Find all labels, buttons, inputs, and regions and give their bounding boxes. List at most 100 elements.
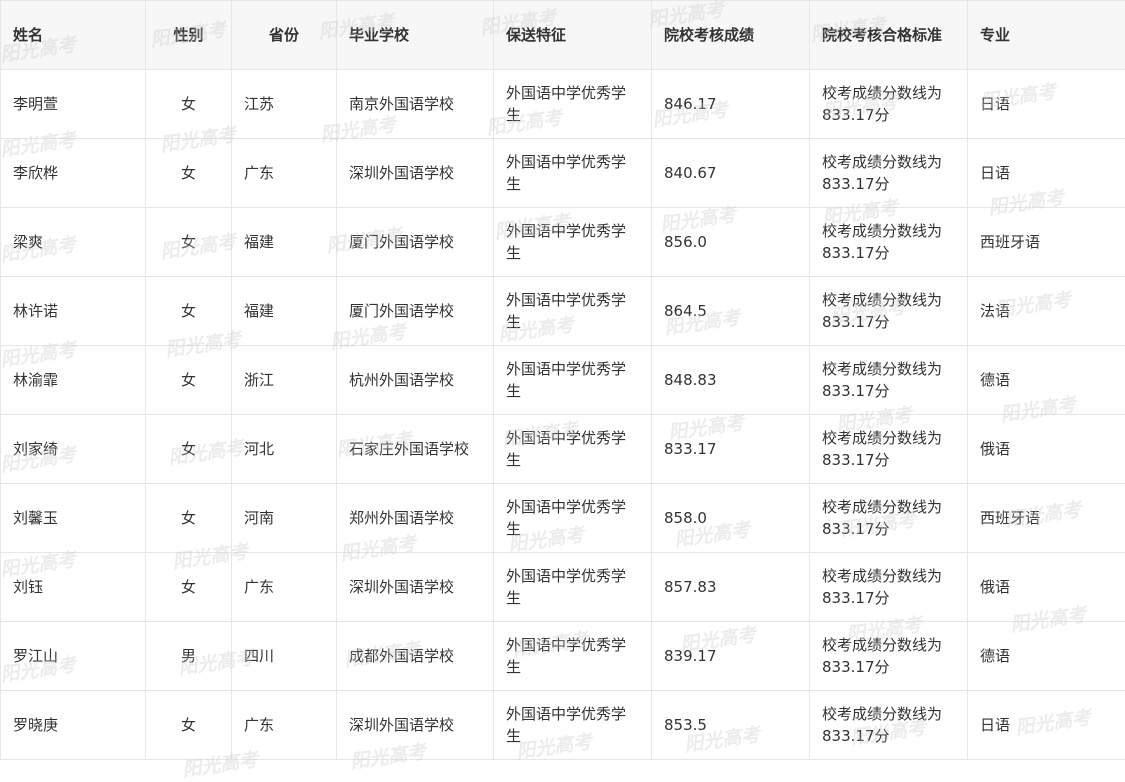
table-row: 刘钰女广东深圳外国语学校外国语中学优秀学生857.83校考成绩分数线为833.1… [1,553,1125,622]
cell-school: 深圳外国语学校 [337,139,494,208]
cell-score: 858.0 [652,484,810,553]
cell-score: 839.17 [652,622,810,691]
cell-major: 俄语 [968,415,1125,484]
admission-table: 姓名 性别 省份 毕业学校 保送特征 院校考核成绩 院校考核合格标准 专业 李明… [0,0,1125,760]
cell-gender: 男 [146,622,232,691]
cell-standard: 校考成绩分数线为833.17分 [810,484,968,553]
header-standard: 院校考核合格标准 [810,1,968,70]
cell-major: 日语 [968,139,1125,208]
cell-name: 刘家绮 [1,415,146,484]
cell-name: 林许诺 [1,277,146,346]
cell-gender: 女 [146,553,232,622]
cell-school: 厦门外国语学校 [337,277,494,346]
cell-name: 罗江山 [1,622,146,691]
cell-feature: 外国语中学优秀学生 [494,415,652,484]
cell-score: 853.5 [652,691,810,760]
header-province: 省份 [232,1,337,70]
cell-name: 刘钰 [1,553,146,622]
cell-score: 833.17 [652,415,810,484]
table-row: 刘家绮女河北石家庄外国语学校外国语中学优秀学生833.17校考成绩分数线为833… [1,415,1125,484]
cell-feature: 外国语中学优秀学生 [494,139,652,208]
cell-gender: 女 [146,415,232,484]
cell-major: 德语 [968,622,1125,691]
cell-standard: 校考成绩分数线为833.17分 [810,622,968,691]
table-row: 李欣桦女广东深圳外国语学校外国语中学优秀学生840.67校考成绩分数线为833.… [1,139,1125,208]
header-feature: 保送特征 [494,1,652,70]
cell-school: 郑州外国语学校 [337,484,494,553]
cell-province: 江苏 [232,70,337,139]
cell-name: 刘馨玉 [1,484,146,553]
table-row: 林渝霏女浙江杭州外国语学校外国语中学优秀学生848.83校考成绩分数线为833.… [1,346,1125,415]
cell-major: 西班牙语 [968,484,1125,553]
cell-name: 梁爽 [1,208,146,277]
cell-score: 846.17 [652,70,810,139]
cell-standard: 校考成绩分数线为833.17分 [810,415,968,484]
cell-major: 法语 [968,277,1125,346]
header-name: 姓名 [1,1,146,70]
cell-province: 广东 [232,139,337,208]
cell-major: 德语 [968,346,1125,415]
cell-major: 日语 [968,691,1125,760]
cell-feature: 外国语中学优秀学生 [494,208,652,277]
header-school: 毕业学校 [337,1,494,70]
cell-standard: 校考成绩分数线为833.17分 [810,208,968,277]
cell-feature: 外国语中学优秀学生 [494,622,652,691]
cell-province: 福建 [232,208,337,277]
cell-school: 杭州外国语学校 [337,346,494,415]
cell-province: 河南 [232,484,337,553]
cell-feature: 外国语中学优秀学生 [494,346,652,415]
cell-standard: 校考成绩分数线为833.17分 [810,139,968,208]
header-gender: 性别 [146,1,232,70]
cell-feature: 外国语中学优秀学生 [494,70,652,139]
table-header-row: 姓名 性别 省份 毕业学校 保送特征 院校考核成绩 院校考核合格标准 专业 [1,1,1125,70]
cell-gender: 女 [146,208,232,277]
table-row: 罗晓庚女广东深圳外国语学校外国语中学优秀学生853.5校考成绩分数线为833.1… [1,691,1125,760]
cell-score: 848.83 [652,346,810,415]
cell-standard: 校考成绩分数线为833.17分 [810,277,968,346]
cell-standard: 校考成绩分数线为833.17分 [810,691,968,760]
cell-name: 李明萱 [1,70,146,139]
table-row: 李明萱女江苏南京外国语学校外国语中学优秀学生846.17校考成绩分数线为833.… [1,70,1125,139]
cell-feature: 外国语中学优秀学生 [494,484,652,553]
cell-standard: 校考成绩分数线为833.17分 [810,346,968,415]
cell-province: 四川 [232,622,337,691]
cell-score: 857.83 [652,553,810,622]
header-score: 院校考核成绩 [652,1,810,70]
cell-major: 俄语 [968,553,1125,622]
cell-feature: 外国语中学优秀学生 [494,553,652,622]
cell-school: 石家庄外国语学校 [337,415,494,484]
cell-gender: 女 [146,70,232,139]
cell-standard: 校考成绩分数线为833.17分 [810,553,968,622]
cell-school: 成都外国语学校 [337,622,494,691]
cell-gender: 女 [146,484,232,553]
cell-province: 广东 [232,553,337,622]
cell-feature: 外国语中学优秀学生 [494,691,652,760]
cell-gender: 女 [146,691,232,760]
cell-major: 日语 [968,70,1125,139]
cell-school: 深圳外国语学校 [337,553,494,622]
cell-score: 864.5 [652,277,810,346]
cell-gender: 女 [146,277,232,346]
cell-province: 广东 [232,691,337,760]
cell-standard: 校考成绩分数线为833.17分 [810,70,968,139]
cell-school: 厦门外国语学校 [337,208,494,277]
cell-province: 河北 [232,415,337,484]
cell-gender: 女 [146,346,232,415]
cell-gender: 女 [146,139,232,208]
cell-feature: 外国语中学优秀学生 [494,277,652,346]
cell-score: 840.67 [652,139,810,208]
cell-score: 856.0 [652,208,810,277]
cell-name: 罗晓庚 [1,691,146,760]
cell-name: 林渝霏 [1,346,146,415]
cell-school: 南京外国语学校 [337,70,494,139]
cell-school: 深圳外国语学校 [337,691,494,760]
cell-major: 西班牙语 [968,208,1125,277]
cell-province: 浙江 [232,346,337,415]
table-row: 林许诺女福建厦门外国语学校外国语中学优秀学生864.5校考成绩分数线为833.1… [1,277,1125,346]
header-major: 专业 [968,1,1125,70]
cell-province: 福建 [232,277,337,346]
table-row: 罗江山男四川成都外国语学校外国语中学优秀学生839.17校考成绩分数线为833.… [1,622,1125,691]
cell-name: 李欣桦 [1,139,146,208]
table-row: 刘馨玉女河南郑州外国语学校外国语中学优秀学生858.0校考成绩分数线为833.1… [1,484,1125,553]
table-row: 梁爽女福建厦门外国语学校外国语中学优秀学生856.0校考成绩分数线为833.17… [1,208,1125,277]
